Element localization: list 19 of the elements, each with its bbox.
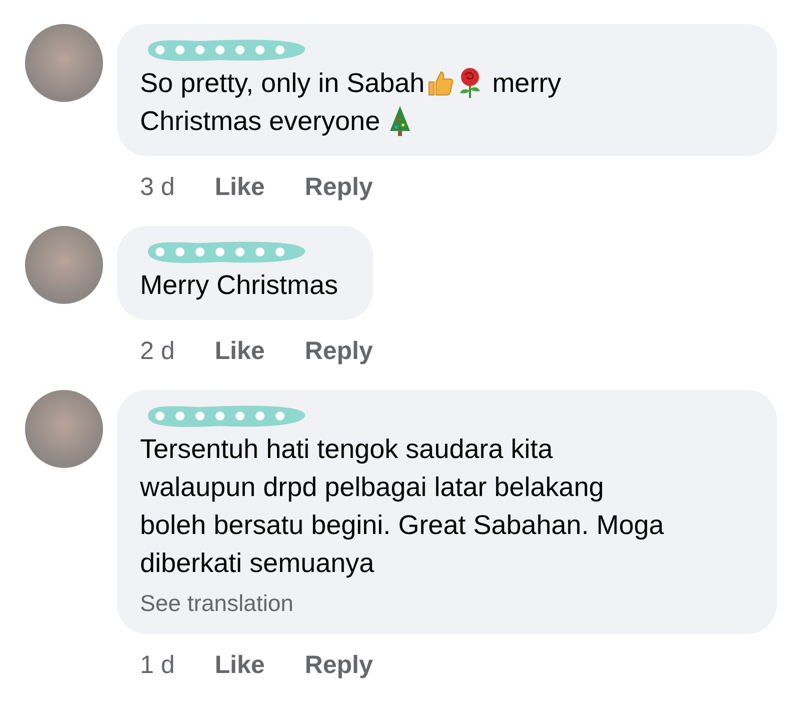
- christmas-tree-icon: [388, 105, 412, 137]
- comment-text: Christmas everyone: [140, 105, 382, 138]
- reply-button[interactable]: Reply: [304, 648, 373, 682]
- see-translation-link[interactable]: See translation: [140, 588, 751, 618]
- comment-text: diberkati semuanya: [140, 547, 374, 580]
- comment-text: So pretty, only in Sabah: [140, 67, 425, 100]
- comment-time: 3 d: [140, 172, 175, 203]
- like-button[interactable]: Like: [214, 648, 265, 682]
- like-button[interactable]: Like: [214, 170, 265, 204]
- reply-button[interactable]: Reply: [304, 170, 373, 204]
- comment-text: merry: [491, 67, 562, 100]
- like-button[interactable]: Like: [214, 334, 265, 368]
- comment-text: Merry Christmas: [140, 269, 338, 302]
- comment-time: 2 d: [140, 336, 175, 367]
- comment-text: Tersentuh hati tengok saudara kita: [140, 433, 553, 466]
- comment-text: walaupun drpd pelbagai latar belakang: [140, 471, 604, 504]
- comment-text: boleh bersatu begini. Great Sabahan. Moga: [140, 509, 664, 542]
- reply-button[interactable]: Reply: [304, 334, 373, 368]
- comment-time: 1 d: [140, 650, 175, 681]
